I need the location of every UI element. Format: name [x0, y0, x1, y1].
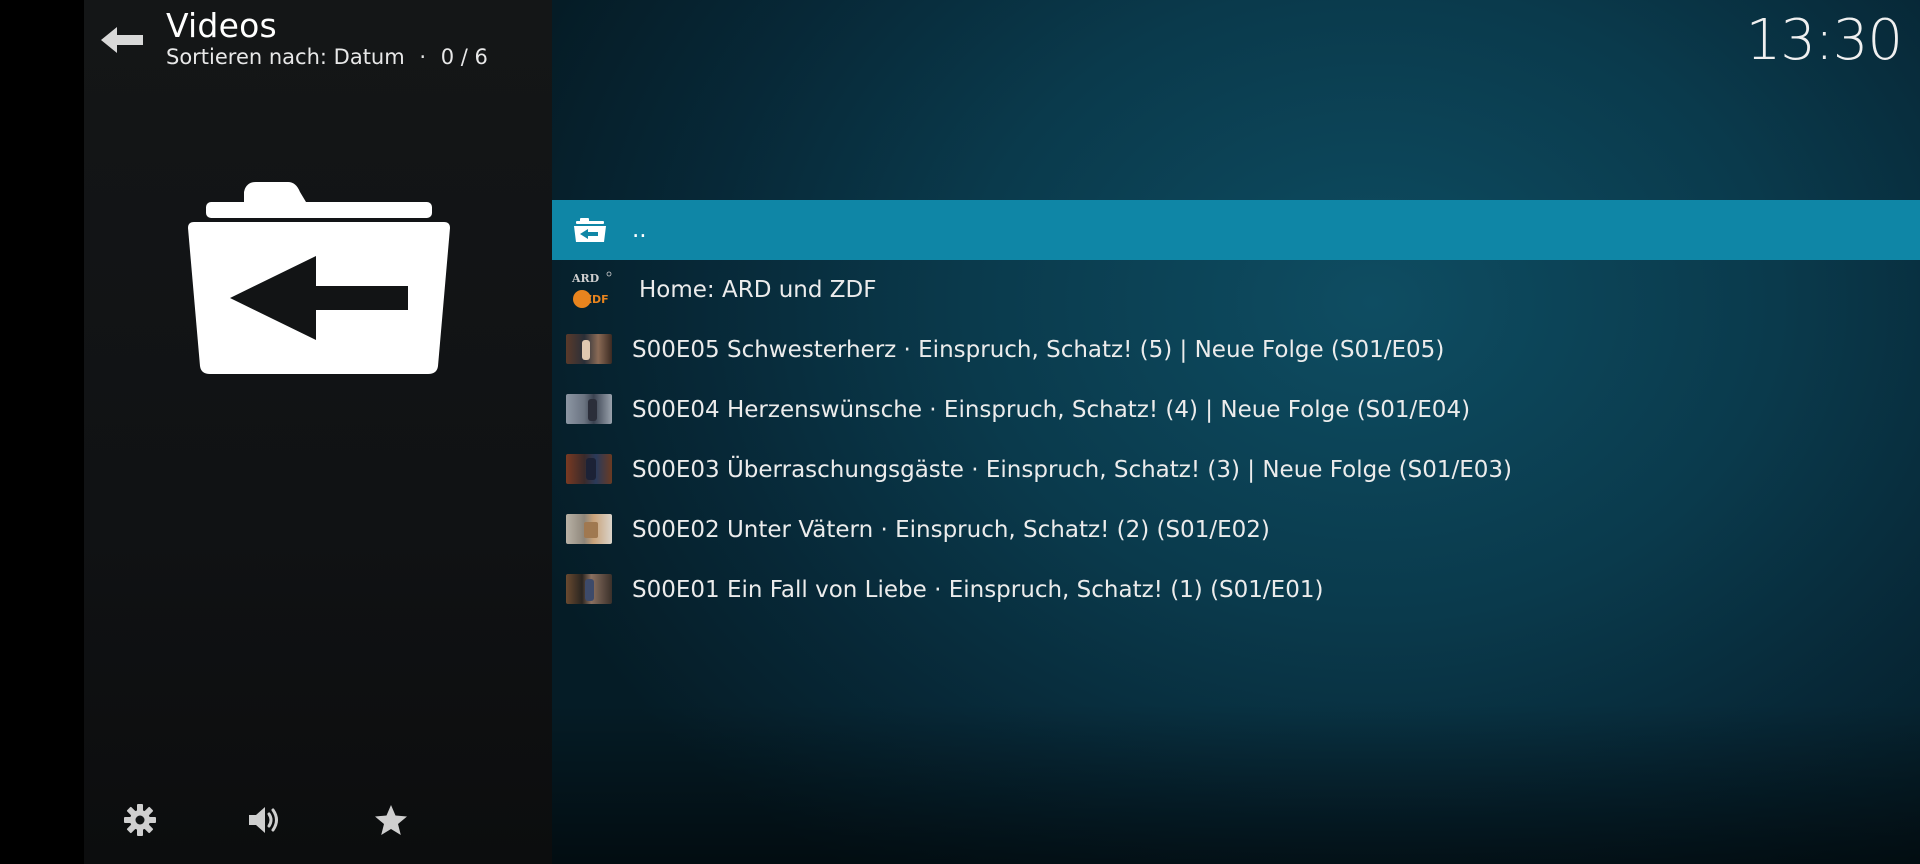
sidebar-panel — [84, 0, 552, 864]
list-item-label: S00E03 Überraschungsgäste · Einspruch, S… — [632, 457, 1513, 483]
episode-thumbnail — [566, 394, 612, 424]
ard-zdf-logo: ARD ZDF — [570, 270, 614, 310]
back-arrow-icon — [101, 27, 143, 53]
episode-thumbnail — [566, 514, 612, 544]
list-item[interactable]: S00E05 Schwesterherz · Einspruch, Schatz… — [552, 320, 1920, 380]
back-button[interactable] — [100, 22, 144, 58]
file-list[interactable]: .. ARD ZDF Home: ARD und ZDF S00E05 Schw… — [552, 200, 1920, 620]
sort-separator: · — [419, 45, 427, 69]
favourites-star-icon — [375, 805, 407, 835]
sort-info: Sortieren nach: Datum · 0 / 6 — [166, 45, 488, 69]
list-item-label: .. — [632, 217, 647, 243]
bottom-toolbar — [84, 800, 552, 850]
episode-thumbnail — [566, 574, 612, 604]
clock: 13:30 — [1745, 8, 1903, 73]
list-item-label: S00E02 Unter Vätern · Einspruch, Schatz!… — [632, 517, 1270, 543]
list-item[interactable]: S00E03 Überraschungsgäste · Einspruch, S… — [552, 440, 1920, 500]
list-item-parent[interactable]: .. — [552, 200, 1920, 260]
list-item[interactable]: S00E02 Unter Vätern · Einspruch, Schatz!… — [552, 500, 1920, 560]
list-item-label: S00E01 Ein Fall von Liebe · Einspruch, S… — [632, 577, 1324, 603]
header: Videos Sortieren nach: Datum · 0 / 6 — [84, 0, 1920, 80]
volume-icon — [249, 807, 278, 833]
list-item-label: S00E04 Herzenswünsche · Einspruch, Schat… — [632, 397, 1471, 423]
favourites-button[interactable] — [371, 800, 411, 840]
list-item[interactable]: ARD ZDF Home: ARD und ZDF — [552, 260, 1920, 320]
page-title: Videos — [166, 6, 277, 45]
sort-label: Sortieren nach: Datum — [166, 45, 405, 69]
episode-thumbnail — [566, 334, 612, 364]
left-black-bar — [0, 0, 84, 864]
svg-text:ZDF: ZDF — [584, 293, 609, 306]
list-item[interactable]: S00E01 Ein Fall von Liebe · Einspruch, S… — [552, 560, 1920, 620]
settings-gear-icon — [124, 804, 156, 836]
svg-text:ARD: ARD — [571, 272, 600, 285]
settings-button[interactable] — [120, 800, 160, 840]
episode-thumbnail — [566, 454, 612, 484]
bottom-shade — [552, 704, 1920, 864]
list-item-label: S00E05 Schwesterherz · Einspruch, Schatz… — [632, 337, 1445, 363]
folder-back-icon — [188, 180, 450, 374]
volume-button[interactable] — [246, 800, 286, 840]
list-item-label: Home: ARD und ZDF — [639, 277, 877, 303]
item-position: 0 / 6 — [440, 45, 488, 69]
parent-folder-icon — [574, 218, 606, 242]
list-item[interactable]: S00E04 Herzenswünsche · Einspruch, Schat… — [552, 380, 1920, 440]
